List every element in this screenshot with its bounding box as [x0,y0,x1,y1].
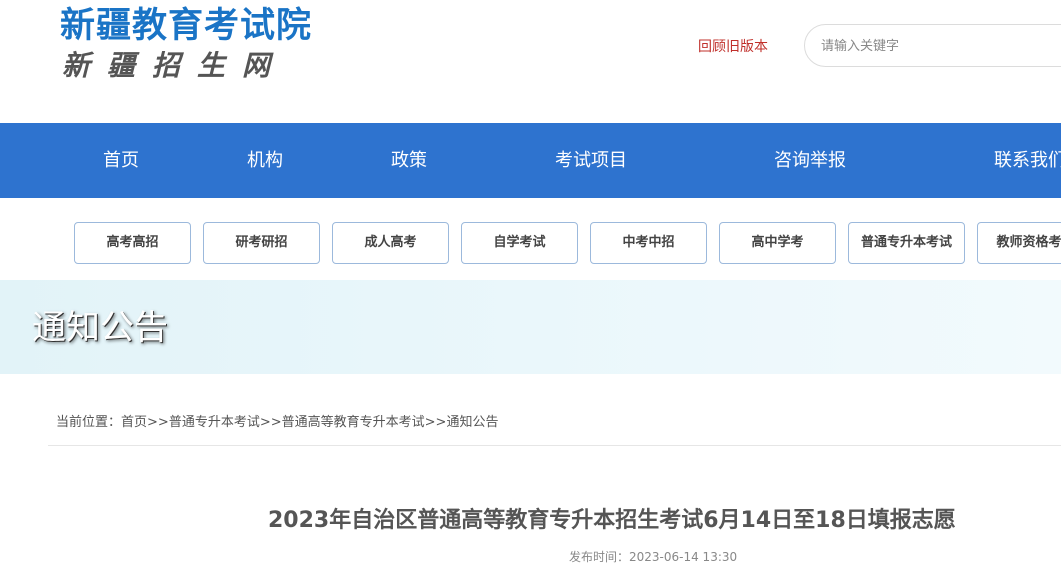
search-input[interactable] [821,36,1061,56]
site-header: 新疆教育考试院 新疆招生网 回顾旧版本 [0,0,1061,123]
breadcrumb-zhuanshengben[interactable]: 普通专升本考试 [169,415,260,430]
site-logo-title[interactable]: 新疆教育考试院 [60,2,312,50]
sub-nav-gaokao[interactable]: 高考高招 [74,222,191,264]
breadcrumb-home[interactable]: 首页 [121,415,147,430]
breadcrumb-separator: >> [424,415,447,430]
sub-nav-adult-exam[interactable]: 成人高考 [332,222,449,264]
section-banner: 通知公告 [0,280,1061,374]
breadcrumb-notices[interactable]: 通知公告 [446,415,498,430]
old-version-link[interactable]: 回顾旧版本 [698,38,768,56]
article-publish-time: 发布时间：2023-06-14 13:30 [569,550,738,564]
article-title: 2023年自治区普通高等教育专升本招生考试6月14日至18日填报志愿 [268,508,956,533]
sub-nav-xuekao[interactable]: 高中学考 [719,222,836,264]
nav-item-policy[interactable]: 政策 [391,123,427,198]
nav-item-consult-report[interactable]: 咨询举报 [774,123,846,198]
sub-nav-zhongkao[interactable]: 中考中招 [590,222,707,264]
search-box[interactable] [804,24,1061,67]
nav-item-home[interactable]: 首页 [103,123,139,198]
main-nav: 首页 机构 政策 考试项目 咨询举报 联系我们 [0,123,1061,198]
banner-title: 通知公告 [32,308,168,348]
nav-item-contact[interactable]: 联系我们 [994,123,1061,198]
sub-nav-teacher-cert[interactable]: 教师资格考试 [977,222,1061,264]
nav-item-exams[interactable]: 考试项目 [555,123,627,198]
sub-nav-self-study[interactable]: 自学考试 [461,222,578,264]
content-divider [48,445,1061,446]
sub-nav-yankao[interactable]: 研考研招 [203,222,320,264]
breadcrumb-separator: >> [147,415,169,430]
nav-item-organization[interactable]: 机构 [247,123,283,198]
breadcrumb-prefix: 当前位置： [56,415,122,430]
breadcrumb-general-zhuanshengben[interactable]: 普通高等教育专升本考试 [282,415,425,430]
sub-nav-zhuanshengben[interactable]: 普通专升本考试 [848,222,965,264]
site-logo-subtitle: 新疆招生网 [62,49,288,82]
sub-nav: 高考高招 研考研招 成人高考 自学考试 中考中招 高中学考 普通专升本考试 教师… [0,198,1061,280]
breadcrumb-separator: >> [259,415,282,430]
breadcrumb: 当前位置：首页>>普通专升本考试>>普通高等教育专升本考试>>通知公告 [56,413,498,433]
